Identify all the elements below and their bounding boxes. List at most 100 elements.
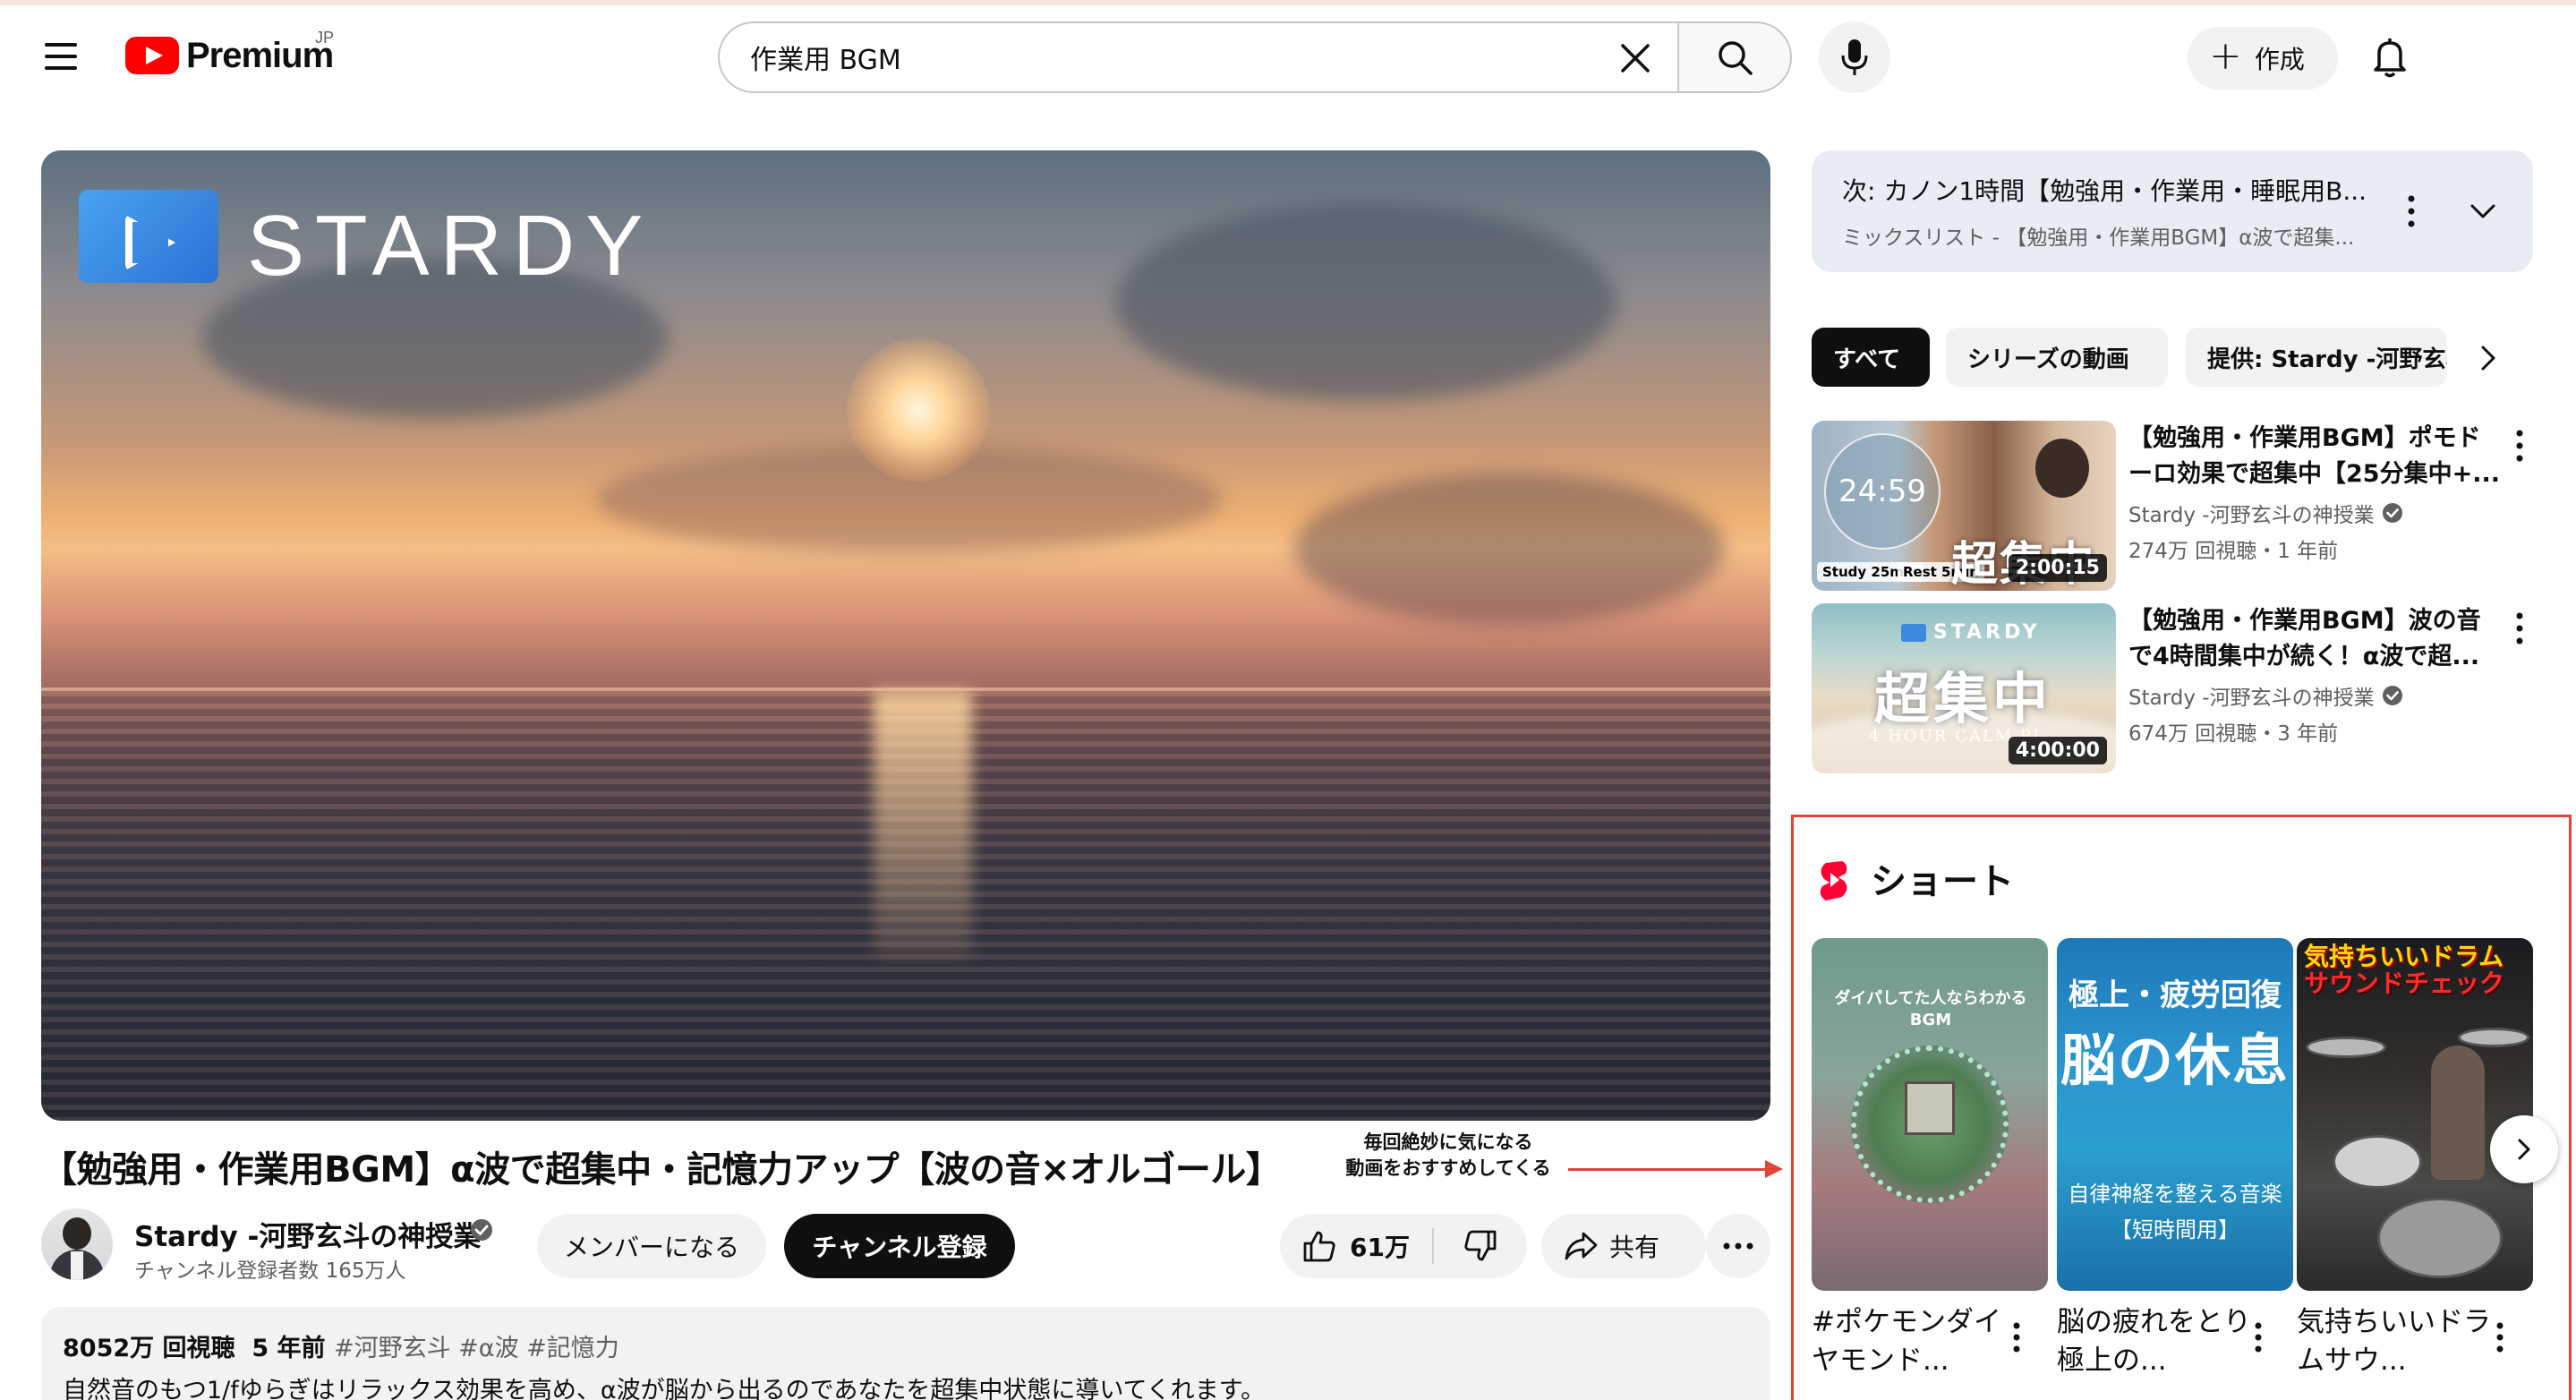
cymbal-shape xyxy=(2306,1037,2386,1058)
logo-text: Premium xyxy=(186,35,334,75)
description-meta: 8052万 回視聴 5 年前 #河野玄斗 #α波 #記憶力 xyxy=(63,1328,1749,1363)
video-duration: 4:00:00 xyxy=(2008,737,2107,764)
like-button[interactable]: 61万 xyxy=(1280,1214,1432,1278)
view-count: 8052万 回視聴 xyxy=(63,1335,235,1362)
hashtags[interactable]: #河野玄斗 #α波 #記憶力 xyxy=(334,1335,619,1362)
annotation-arrow xyxy=(1568,1168,1767,1171)
verified-check-icon xyxy=(2383,503,2402,523)
short-thumbnail[interactable]: 極上・疲労回復 脳の休息 自律神経を整える音楽 【短時間用】 xyxy=(2057,938,2293,1291)
chip-all[interactable]: すべて xyxy=(1812,328,1930,387)
more-vertical-icon[interactable] xyxy=(2245,1319,2272,1355)
chevron-right-icon[interactable] xyxy=(2470,340,2506,376)
create-button[interactable]: + 作成 xyxy=(2188,27,2338,90)
voice-search-button[interactable] xyxy=(1819,21,1890,93)
short-thumbnail[interactable]: ダイパしてた人ならわかるBGM xyxy=(1812,938,2048,1291)
video-stats: 674万 回視聴・3 年前 xyxy=(2128,722,2339,746)
more-vertical-icon[interactable] xyxy=(2003,1319,2030,1355)
video-player[interactable]: STARDY xyxy=(41,150,1770,1121)
cloud-shape xyxy=(1294,473,1724,625)
channel-name[interactable]: Stardy -河野玄斗の神授業 xyxy=(2128,680,2375,711)
chevron-right-icon xyxy=(2518,1139,2530,1160)
channel-avatar[interactable] xyxy=(41,1208,113,1280)
search-box[interactable] xyxy=(718,21,1677,93)
short-caption: ダイパしてた人ならわかるBGM xyxy=(1834,989,2027,1029)
shorts-logo-icon xyxy=(1820,861,1847,901)
drum-shape xyxy=(2377,1198,2503,1278)
sun-reflection xyxy=(874,691,972,960)
annotation-line-1: 毎回絶妙に気になる xyxy=(1363,1131,1533,1153)
thumbnail-headline: 超集中 xyxy=(1874,666,2052,731)
video-duration: 2:00:15 xyxy=(2008,554,2107,582)
menu-icon[interactable] xyxy=(41,41,81,72)
search-button[interactable] xyxy=(1677,21,1792,93)
short-line-1: 気持ちいいドラム xyxy=(2304,942,2504,971)
channel-name[interactable]: Stardy -河野玄斗の神授業 xyxy=(134,1214,481,1254)
short-line-4: 【短時間用】 xyxy=(2111,1217,2239,1242)
cymbal-shape xyxy=(2458,1028,2529,1047)
video-title[interactable]: 【勉強用・作業用BGM】波の音で4時間集中が続く！α波で超... xyxy=(2128,603,2504,675)
drummer-figure xyxy=(2431,1046,2485,1180)
short-title[interactable]: #ポケモンダイヤモンド... xyxy=(1812,1303,2009,1382)
video-title: 【勉強用・作業用BGM】α波で超集中・記憶力アップ【波の音×オルゴール】 xyxy=(41,1149,1282,1191)
short-thumbnail[interactable]: 気持ちいいドラム サウンドチェック xyxy=(2297,938,2533,1291)
subscribe-button[interactable]: チャンネル登録 xyxy=(784,1214,1015,1278)
region-code: JP xyxy=(315,29,335,47)
short-title[interactable]: 脳の疲れをとり極上の... xyxy=(2057,1303,2254,1382)
short-line-3: 自律神経を整える音楽 xyxy=(2068,1182,2282,1207)
dislike-button[interactable] xyxy=(1434,1214,1527,1278)
description-text: 自然音のもつ1/fゆらぎはリラックス効果を高め、α波が脳から出るのであなたを超集… xyxy=(63,1377,1266,1400)
thumbs-up-icon xyxy=(1303,1231,1335,1262)
chevron-down-icon[interactable] xyxy=(2465,195,2501,227)
short-line-2: サウンドチェック xyxy=(2304,969,2505,998)
sun-glow xyxy=(847,338,990,482)
plus-icon: + xyxy=(2209,33,2242,79)
subscriber-count: チャンネル登録者数 165万人 xyxy=(134,1259,406,1283)
more-horizontal-icon xyxy=(1723,1242,1753,1250)
recommended-video[interactable]: 24:59 Study 25min Rest 5min 超集中 2:00:15 … xyxy=(1812,421,2533,591)
top-progress-strip xyxy=(0,0,2576,5)
share-label: 共有 xyxy=(1609,1233,1660,1262)
thumbnail-timer: 24:59 xyxy=(1824,433,1941,550)
join-membership-button[interactable]: メンバーになる xyxy=(537,1214,766,1278)
like-dislike-group: 61万 xyxy=(1280,1214,1527,1278)
search-input[interactable] xyxy=(750,35,1591,80)
notifications-bell-icon[interactable] xyxy=(2367,34,2413,81)
more-actions-button[interactable] xyxy=(1706,1214,1770,1278)
video-title[interactable]: 【勉強用・作業用BGM】ポモドーロ効果で超集中【25分集中+... xyxy=(2128,421,2504,492)
short-line-2: 脳の休息 xyxy=(2060,1028,2290,1093)
short-title[interactable]: 気持ちいいドラムサウ... xyxy=(2297,1303,2494,1382)
video-stats: 274万 回視聴・1 年前 xyxy=(2128,540,2339,563)
description-box[interactable]: 8052万 回視聴 5 年前 #河野玄斗 #α波 #記憶力 自然音のもつ1/fゆ… xyxy=(41,1307,1770,1400)
more-vertical-icon[interactable] xyxy=(2486,1319,2513,1355)
stardy-brand-text: STARDY xyxy=(247,198,654,294)
drum-shape xyxy=(2333,1135,2422,1189)
stardy-logo-icon xyxy=(79,190,218,283)
close-icon[interactable] xyxy=(1616,39,1654,77)
chip-series[interactable]: シリーズの動画 xyxy=(1946,328,2168,387)
channel-name[interactable]: Stardy -河野玄斗の神授業 xyxy=(2128,498,2375,528)
annotation-arrow-head xyxy=(1765,1160,1783,1178)
verified-check-icon xyxy=(2383,686,2402,705)
short-line-1: 極上・疲労回復 xyxy=(2068,977,2282,1013)
thumbnail-figure xyxy=(2035,439,2089,498)
chip-sponsor[interactable]: 提供: Stardy -河野玄斗 xyxy=(2186,328,2447,387)
shorts-next-button[interactable] xyxy=(2490,1115,2558,1183)
like-count: 61万 xyxy=(1350,1233,1410,1262)
microphone-icon xyxy=(1841,39,1868,75)
more-vertical-icon[interactable] xyxy=(2506,609,2533,648)
more-vertical-icon[interactable] xyxy=(2506,426,2533,465)
annotation-line-2: 動画をおすすめしてくる xyxy=(1345,1157,1551,1179)
youtube-play-icon xyxy=(125,37,179,74)
youtube-premium-logo[interactable]: Premium xyxy=(125,30,334,81)
video-thumbnail[interactable]: 24:59 Study 25min Rest 5min 超集中 2:00:15 xyxy=(1812,421,2116,591)
pixel-building-graphic xyxy=(1905,1081,1955,1135)
thumbnail-logo: STARDY xyxy=(1901,621,2041,644)
annotation-note: 毎回絶妙に気になる 動画をおすすめしてくる xyxy=(1323,1130,1574,1182)
share-button[interactable]: 共有 xyxy=(1541,1214,1706,1278)
recommended-video[interactable]: STARDY 超集中 4 HOUR CALM PL 4:00:00 【勉強用・作… xyxy=(1812,603,2533,773)
more-vertical-icon[interactable] xyxy=(2393,192,2429,231)
verified-check-icon xyxy=(471,1219,492,1241)
create-label: 作成 xyxy=(2254,45,2305,74)
thumbs-down-icon xyxy=(1464,1230,1497,1261)
video-thumbnail[interactable]: STARDY 超集中 4 HOUR CALM PL 4:00:00 xyxy=(1812,603,2116,773)
